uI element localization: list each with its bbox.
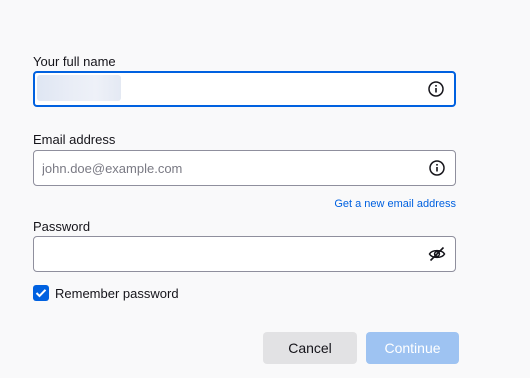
password-field[interactable] [33, 236, 456, 272]
full-name-label: Your full name [33, 54, 116, 69]
get-new-email-link[interactable]: Get a new email address [334, 198, 456, 210]
info-icon-graphic [428, 81, 444, 97]
full-name-field[interactable] [33, 71, 456, 107]
account-setup-form: Your full name Email address Get a new e… [0, 0, 530, 378]
password-input[interactable] [42, 237, 422, 271]
email-field[interactable] [33, 150, 456, 186]
remember-password-checkbox[interactable] [33, 285, 49, 301]
password-label: Password [33, 219, 91, 234]
eye-slash-icon[interactable] [428, 245, 446, 263]
info-icon[interactable] [428, 159, 446, 177]
cancel-button[interactable]: Cancel [263, 332, 357, 364]
remember-password-row[interactable]: Remember password [33, 284, 179, 302]
info-icon-graphic [429, 160, 445, 176]
full-name-input[interactable] [127, 73, 427, 105]
email-label: Email address [33, 132, 116, 147]
email-input[interactable] [42, 151, 422, 185]
checkmark-icon [35, 289, 47, 298]
continue-button[interactable]: Continue [366, 332, 459, 364]
eye-slash-icon-graphic [428, 246, 446, 262]
info-icon[interactable] [427, 80, 445, 98]
remember-password-label: Remember password [55, 285, 179, 301]
full-name-blurred-value [37, 75, 121, 101]
